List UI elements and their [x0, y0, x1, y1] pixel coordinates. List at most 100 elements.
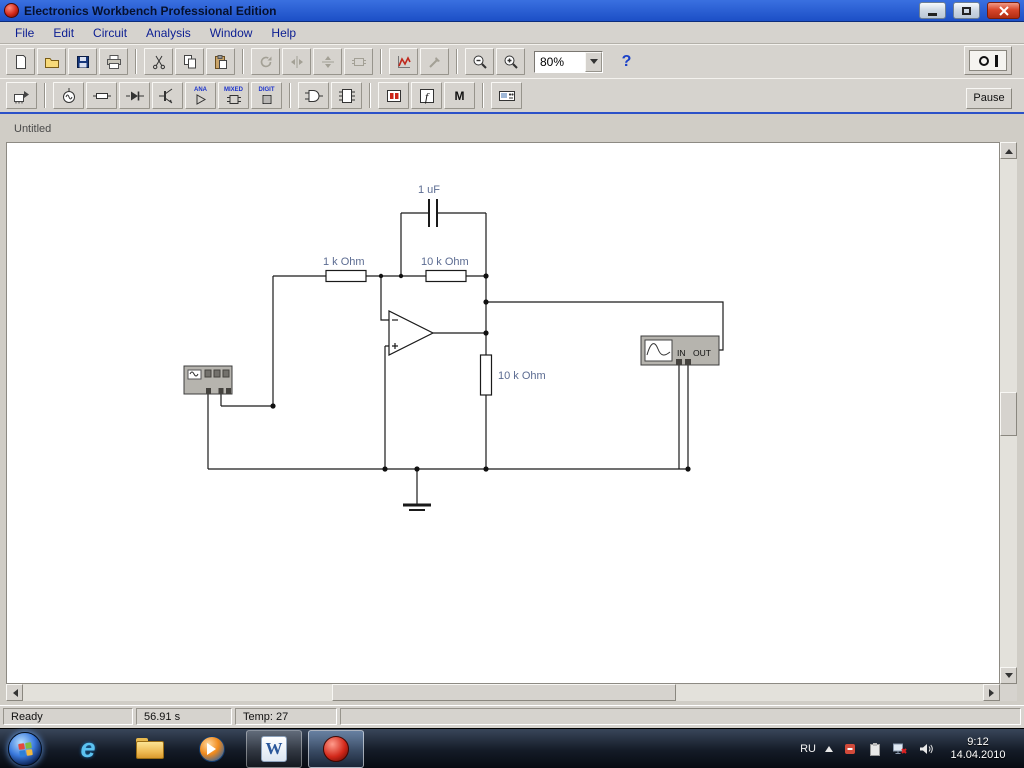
horizontal-scrollbar[interactable] [6, 684, 1000, 701]
power-off-icon [978, 55, 989, 66]
vertical-scroll-thumb[interactable] [1000, 392, 1017, 436]
maximize-button[interactable] [953, 2, 980, 19]
main-toolbar: 80% ? [0, 44, 1024, 78]
taskbar-clock[interactable]: 9:12 14.04.2010 [942, 736, 1014, 762]
resistor-r2[interactable] [425, 269, 467, 283]
instruments-bin-button[interactable] [491, 82, 522, 109]
diodes-bin-icon [125, 91, 144, 100]
scroll-up-button[interactable] [1000, 142, 1017, 159]
function-generator[interactable] [183, 365, 233, 395]
cut-button[interactable] [144, 48, 173, 75]
create-subcircuit-button[interactable] [344, 48, 373, 75]
zoom-level-value[interactable]: 80% [535, 52, 585, 72]
language-indicator[interactable]: RU [800, 743, 816, 755]
arrow-down-icon [1004, 672, 1013, 682]
show-hidden-icons-chevron[interactable] [825, 742, 833, 752]
workspace: Untitled IN OUT 1 uF 1 k Ohm 10 k Ohm 10… [0, 112, 1024, 705]
app-logo-icon [4, 3, 19, 18]
menu-window[interactable]: Window [201, 23, 263, 43]
arrow-up-icon [1004, 145, 1013, 154]
save-icon [76, 55, 89, 68]
status-sim-time: 56.91 s [136, 708, 232, 725]
ground-symbol[interactable] [403, 503, 431, 511]
zoom-level-combo[interactable]: 80% [534, 50, 603, 73]
zoom-out-icon [473, 55, 487, 69]
transistors-bin-button[interactable] [152, 82, 183, 109]
diodes-bin-button[interactable] [119, 82, 150, 109]
zoom-dropdown-button[interactable] [585, 51, 602, 72]
basic-bin-button[interactable] [86, 82, 117, 109]
menu-analysis[interactable]: Analysis [137, 23, 201, 43]
taskbar-ewb-button[interactable] [308, 729, 364, 768]
mixed-ics-label: MIXED [223, 86, 243, 93]
clipboard-icon [870, 742, 880, 756]
pause-button[interactable]: Pause [966, 88, 1012, 109]
scroll-left-button[interactable] [6, 684, 23, 701]
sources-bin-icon [62, 87, 75, 103]
schematic-canvas[interactable]: IN OUT 1 uF 1 k Ohm 10 k Ohm 10 k Ohm [6, 142, 1000, 684]
rotate-button[interactable] [251, 48, 280, 75]
scroll-down-button[interactable] [1000, 667, 1017, 684]
save-button[interactable] [68, 48, 97, 75]
toolbar-separator [456, 49, 458, 74]
resistor-r3[interactable] [479, 354, 493, 396]
menu-file[interactable]: File [6, 23, 44, 43]
cut-icon [152, 55, 165, 69]
digital-ics-label: DIGIT [258, 86, 275, 93]
toolbar-separator [482, 83, 484, 108]
menu-circuit[interactable]: Circuit [84, 23, 137, 43]
close-button[interactable] [987, 2, 1020, 19]
taskbar-media-player-button[interactable] [184, 730, 240, 768]
copy-icon [183, 54, 196, 68]
menu-edit[interactable]: Edit [44, 23, 84, 43]
analog-ics-bin-button[interactable]: ANA [185, 82, 216, 109]
power-switch[interactable] [964, 46, 1012, 75]
favorites-bin-button[interactable] [6, 82, 37, 109]
menu-help[interactable]: Help [262, 23, 306, 43]
flip-vertical-button[interactable] [313, 48, 342, 75]
new-button[interactable] [6, 48, 35, 75]
open-button[interactable] [37, 48, 66, 75]
indicators-bin-button[interactable] [378, 82, 409, 109]
tray-clipboard[interactable] [867, 741, 883, 757]
taskbar-explorer-button[interactable] [122, 730, 178, 768]
sources-bin-button[interactable] [53, 82, 84, 109]
window-title: Electronics Workbench Professional Editi… [24, 3, 277, 18]
op-amp[interactable] [388, 310, 435, 356]
minimize-button[interactable] [919, 2, 946, 19]
digital-ics-bin-button[interactable]: DIGIT [251, 82, 282, 109]
print-button[interactable] [99, 48, 128, 75]
scroll-right-button[interactable] [983, 684, 1000, 701]
help-icon: ? [621, 52, 632, 70]
analog-ics-label: ANA [194, 86, 207, 93]
help-button[interactable]: ? [612, 48, 641, 75]
resistor-r1[interactable] [325, 269, 367, 283]
digital-bin-icon [338, 88, 355, 103]
oscilloscope[interactable]: IN OUT [640, 335, 720, 366]
tray-badge-icon [845, 743, 855, 754]
logic-gates-bin-button[interactable] [298, 82, 329, 109]
toolbar-separator [289, 83, 291, 108]
display-graphs-button[interactable] [389, 48, 418, 75]
copy-button[interactable] [175, 48, 204, 75]
start-button[interactable] [8, 731, 42, 766]
internet-explorer-icon: e [80, 733, 96, 763]
digital-bin-button[interactable] [331, 82, 362, 109]
flip-horizontal-button[interactable] [282, 48, 311, 75]
vertical-scrollbar[interactable] [1000, 142, 1017, 684]
miscellaneous-bin-button[interactable]: M [444, 82, 475, 109]
capacitor-c1[interactable] [428, 199, 438, 227]
tray-network[interactable] [892, 741, 908, 757]
taskbar-ie-button[interactable]: e [60, 730, 116, 768]
component-properties-button[interactable] [420, 48, 449, 75]
horizontal-scroll-thumb[interactable] [332, 684, 676, 701]
chevron-down-icon [589, 59, 598, 68]
zoom-in-button[interactable] [496, 48, 525, 75]
zoom-out-button[interactable] [465, 48, 494, 75]
taskbar-word-button[interactable]: W [246, 729, 302, 768]
mixed-ics-bin-button[interactable]: MIXED [218, 82, 249, 109]
tray-app-icon[interactable] [842, 741, 858, 757]
paste-button[interactable] [206, 48, 235, 75]
tray-volume[interactable] [917, 741, 933, 757]
controls-bin-button[interactable]: f [411, 82, 442, 109]
